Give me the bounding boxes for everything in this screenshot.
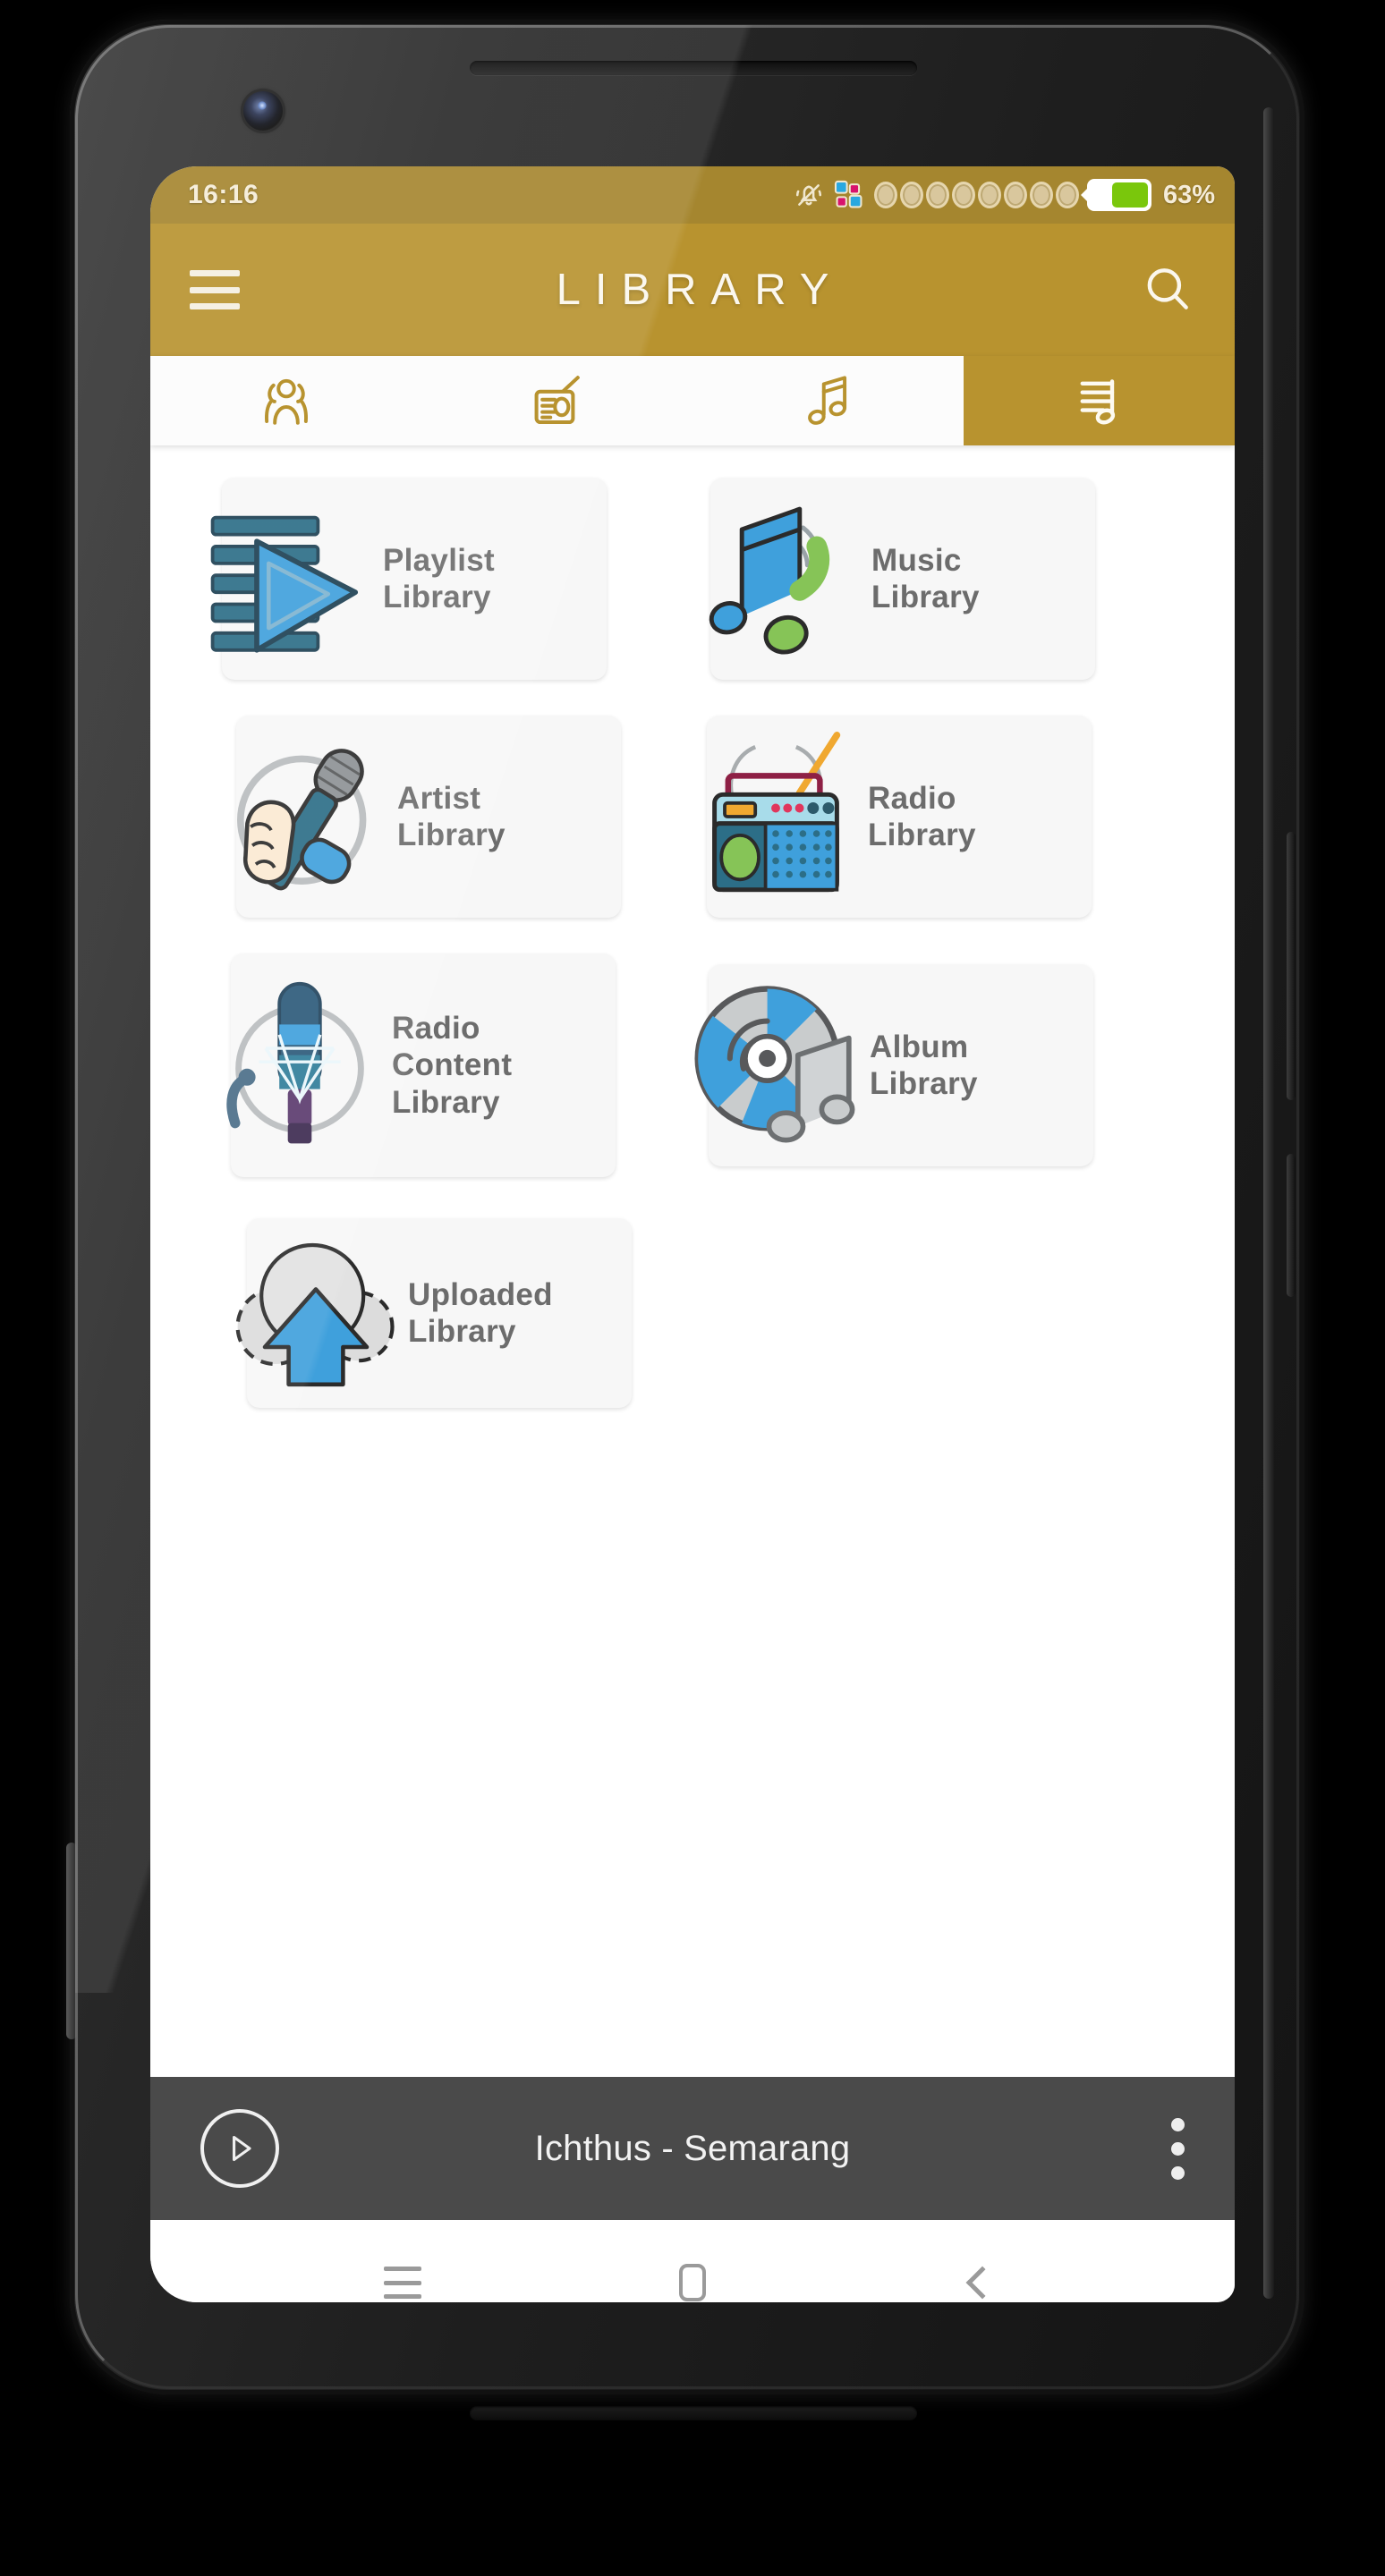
library-card-label: Artist Library: [397, 780, 506, 852]
bottom-speaker: [470, 2406, 917, 2420]
library-card-music[interactable]: Music Library: [709, 478, 1095, 680]
recents-icon[interactable]: [376, 2256, 429, 2302]
front-camera-icon: [243, 91, 283, 131]
back-icon[interactable]: [956, 2256, 1009, 2302]
library-row: Playlist Library Music Library: [150, 478, 1235, 680]
cloud-upload-icon: [231, 1228, 401, 1398]
silent-mode-icon: [794, 180, 824, 210]
library-card-uploaded[interactable]: Uploaded Library: [235, 1218, 632, 1408]
cd-music-note-icon: [692, 980, 862, 1150]
app-bar: LIBRARY: [150, 224, 1235, 356]
phone-screen: 16:16 63% LIBRARY Playlist Library Music…: [150, 166, 1235, 2302]
battery-icon: [1080, 179, 1151, 211]
screenshot-scene: 16:16 63% LIBRARY Playlist Library Music…: [0, 0, 1385, 2576]
tab-artists[interactable]: [150, 356, 421, 445]
status-time: 16:16: [188, 180, 259, 209]
library-card-radio[interactable]: Radio Library: [707, 716, 1092, 918]
earpiece-speaker: [470, 61, 917, 75]
phone-left-edge: [66, 1843, 77, 2039]
android-nav-bar: [150, 2220, 1235, 2302]
status-icons: 63%: [794, 178, 1215, 212]
library-card-label: Radio Content Library: [392, 1011, 513, 1120]
library-card-label: Radio Library: [868, 780, 976, 852]
tab-radio[interactable]: [421, 356, 692, 445]
library-tab-bar: [150, 356, 1235, 445]
library-grid: Playlist Library Music Library Artist Li…: [150, 445, 1235, 2077]
power-button[interactable]: [1287, 1154, 1296, 1297]
library-card-label: Playlist Library: [383, 542, 495, 614]
studio-microphone-icon: [215, 980, 385, 1150]
page-title: LIBRARY: [556, 266, 844, 314]
apps-grid-icon: [832, 178, 866, 212]
tab-playlist[interactable]: [964, 356, 1235, 445]
tab-music[interactable]: [692, 356, 964, 445]
library-row: Uploaded Library: [150, 1218, 1235, 1408]
library-card-radio-content[interactable]: Radio Content Library: [226, 953, 616, 1177]
radio-set-icon: [691, 732, 861, 902]
library-card-playlist[interactable]: Playlist Library: [210, 478, 607, 680]
phone-right-edge: [1263, 107, 1274, 2299]
library-card-label: Album Library: [870, 1029, 978, 1101]
library-row: Radio Content Library Album Library: [150, 953, 1235, 1177]
library-card-artist[interactable]: Artist Library: [236, 716, 621, 918]
status-bar: 16:16 63%: [150, 166, 1235, 224]
music-note-wifi-icon: [694, 494, 864, 664]
library-row: Artist Library Radio Library: [150, 716, 1235, 918]
library-card-album[interactable]: Album Library: [694, 964, 1093, 1166]
home-icon[interactable]: [666, 2256, 719, 2302]
library-card-label: Uploaded Library: [408, 1276, 553, 1349]
now-playing-title: Ichthus - Semarang: [534, 2128, 851, 2168]
search-icon[interactable]: [1140, 262, 1195, 318]
battery-percent: 63%: [1162, 180, 1215, 209]
signal-dots-icon: [873, 182, 1079, 208]
library-card-label: Music Library: [871, 542, 980, 614]
kebab-menu-icon[interactable]: [1171, 2117, 1185, 2180]
hand-microphone-icon: [220, 732, 390, 902]
playlist-play-icon: [206, 494, 376, 664]
volume-button[interactable]: [1287, 832, 1296, 1100]
mini-player-bar: Ichthus - Semarang: [150, 2077, 1235, 2220]
